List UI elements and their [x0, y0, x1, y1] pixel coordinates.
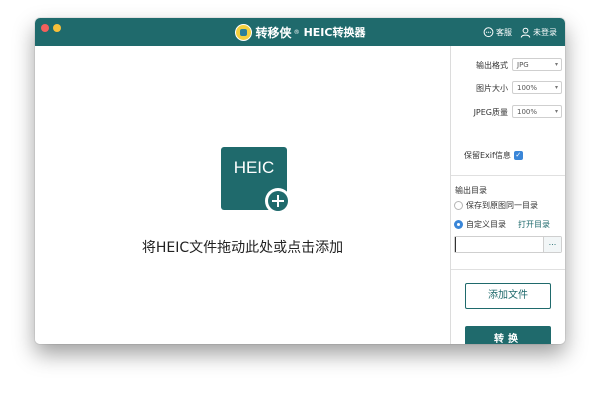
browse-button[interactable]: ... [543, 237, 561, 252]
convert-button[interactable]: 转换 [465, 326, 551, 344]
radio-custom-dir-indicator [454, 220, 463, 229]
dropdown-arrow-icon: ▾ [554, 84, 558, 91]
plus-circle-inner [268, 191, 288, 211]
login-button[interactable]: 未登录 [520, 27, 557, 38]
format-label: 输出格式 [476, 61, 508, 70]
title-bar: 转移侠 ® HEIC转换器 客服 未登录 [35, 18, 565, 46]
drop-hint-text: 将HEIC文件拖动此处或点击添加 [141, 240, 344, 256]
quality-value: 100% [517, 108, 538, 116]
radio-same-dir[interactable]: 保存到原图同一目录 [454, 200, 538, 211]
radio-custom-dir[interactable]: 自定义目录 [454, 219, 506, 230]
radio-same-dir-label: 保存到原图同一目录 [466, 201, 538, 210]
exif-setting: 保留Exif信息 ✓ [464, 150, 523, 161]
file-drop-zone[interactable]: HEIC 将HEIC文件拖动此处或点击添加 [35, 46, 450, 344]
dropdown-arrow-icon: ▾ [554, 61, 558, 68]
customer-service-button[interactable]: 客服 [483, 26, 512, 38]
section-divider [451, 269, 565, 270]
quality-select[interactable]: 100% ▾ [512, 105, 562, 118]
size-setting: 图片大小 100% ▾ [451, 81, 565, 95]
dropdown-arrow-icon: ▾ [554, 108, 558, 115]
open-directory-link[interactable]: 打开目录 [518, 219, 550, 230]
check-icon: ✓ [515, 151, 522, 159]
size-value: 100% [517, 84, 538, 92]
chat-icon [483, 26, 494, 38]
login-label: 未登录 [533, 27, 557, 37]
customer-service-label: 客服 [496, 27, 512, 37]
settings-panel: 输出格式 JPG ▾ 图片大小 100% ▾ JPEG质量 100% ▾ 保留E… [450, 46, 565, 344]
app-logo-icon [234, 23, 252, 41]
logo-inner [239, 28, 247, 36]
exif-checkbox[interactable]: ✓ [513, 151, 523, 160]
output-path-input[interactable] [455, 237, 544, 252]
heic-icon-text: HEIC [233, 158, 275, 177]
output-dir-title: 输出目录 [455, 186, 487, 195]
app-window: 转移侠 ® HEIC转换器 客服 未登录 HEIC 将HEIC文件拖动此处或点击添… [35, 18, 565, 344]
registered-mark: ® [293, 28, 300, 36]
user-icon [520, 27, 531, 38]
radio-custom-dir-label: 自定义目录 [466, 220, 506, 229]
radio-same-dir-indicator [454, 201, 463, 210]
brand-name: 转移侠 [255, 25, 292, 40]
add-files-button[interactable]: 添加文件 [465, 283, 551, 309]
format-setting: 输出格式 JPG ▾ [451, 58, 565, 72]
app-title: HEIC转换器 [303, 26, 366, 39]
output-path-box: ... [454, 236, 562, 253]
format-select[interactable]: JPG ▾ [512, 58, 562, 71]
size-label: 图片大小 [476, 84, 508, 93]
format-value: JPG [517, 61, 529, 69]
quality-setting: JPEG质量 100% ▾ [451, 105, 565, 119]
section-divider [451, 175, 565, 176]
exif-label: 保留Exif信息 [464, 151, 511, 160]
top-actions: 客服 未登录 [483, 18, 557, 46]
quality-label: JPEG质量 [473, 108, 508, 117]
size-select[interactable]: 100% ▾ [512, 81, 562, 94]
plus-circle-icon [265, 188, 291, 214]
